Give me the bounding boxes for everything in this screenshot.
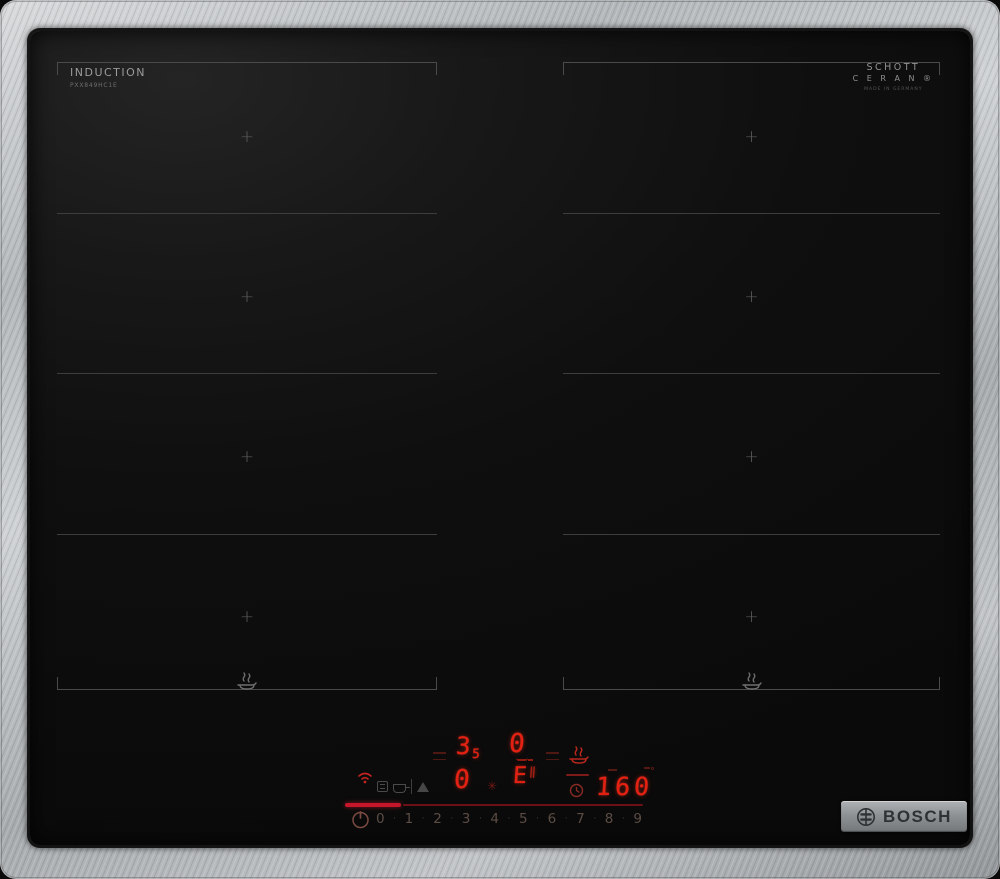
bosch-anchor-icon (856, 807, 876, 827)
level-main: 3 (455, 732, 472, 760)
zone-border-top (563, 62, 940, 75)
level-dot: · (593, 814, 597, 824)
level-key-6[interactable]: 6 (548, 811, 557, 827)
fry-sensor-underline (566, 774, 589, 776)
level-dot: · (450, 814, 454, 824)
power-slider-active-segment[interactable] (345, 803, 401, 807)
zone-divider (563, 213, 940, 214)
level-key-7[interactable]: 7 (576, 811, 585, 827)
zone-divider (57, 534, 437, 535)
zone-center-marker: + (744, 447, 759, 467)
pan-steam-icon (739, 671, 765, 693)
zone-divider (563, 373, 940, 374)
level-key-2[interactable]: 2 (433, 811, 442, 827)
frying-sensor-icon[interactable] (566, 743, 592, 767)
fry-level-bars: ‖ (528, 765, 536, 778)
zone-border-top (57, 62, 437, 75)
zone-center-marker: + (744, 607, 759, 627)
legend-divider (411, 779, 412, 794)
zone-center-marker: + (239, 607, 255, 627)
bosch-badge: BOSCH (841, 801, 967, 832)
level-dot: · (507, 814, 511, 824)
induction-cooktop: INDUCTION PXX849HC1E SCHOTT C E R A N ® … (0, 0, 1000, 879)
warning-triangle-icon (417, 781, 429, 792)
power-icon[interactable] (350, 809, 371, 830)
display-front-left-level: 0 (452, 765, 471, 795)
level-key-0[interactable]: 0 (376, 811, 385, 827)
printed-legend (377, 779, 429, 794)
level-key-5[interactable]: 5 (519, 811, 528, 827)
level-dot: · (536, 814, 539, 824)
level-dot: · (564, 814, 568, 824)
zone-divider (57, 373, 437, 374)
star-icon: ✳ (487, 779, 498, 793)
pan-icon (393, 783, 410, 793)
ceramic-glass-surface: INDUCTION PXX849HC1E SCHOTT C E R A N ® … (30, 31, 970, 845)
display-timer: 160 (594, 772, 655, 801)
level-indicator-marks (546, 752, 559, 760)
level-dot: · (478, 814, 482, 824)
fry-value: E (512, 763, 528, 789)
pan-steam-icon (234, 671, 260, 693)
level-key-3[interactable]: 3 (462, 811, 471, 827)
bosch-logo-text: BOSCH (883, 806, 952, 826)
flex-zone-group-right: + + + + (563, 62, 940, 690)
zone-center-marker: + (239, 447, 255, 467)
level-key-1[interactable]: 1 (405, 811, 414, 827)
level-key-8[interactable]: 8 (605, 811, 614, 827)
power-level-selector[interactable]: 0 · 1 · 2 · 3 · 4 · 5 · 6 · 7 · 8 · 9 (376, 811, 642, 827)
display-fry-sensor: E‖ (512, 763, 536, 789)
zone-center-marker: + (239, 127, 255, 147)
level-dot: · (421, 814, 425, 824)
zone-center-marker: + (744, 287, 759, 307)
level-key-9[interactable]: 9 (633, 811, 642, 827)
zone-center-marker: + (239, 287, 255, 307)
level-key-4[interactable]: 4 (490, 811, 499, 827)
flex-zone-icon (377, 781, 388, 792)
zone-center-marker: + (744, 127, 759, 147)
display-rear-left-level: 35 (455, 732, 481, 762)
level-frac: 5 (471, 747, 481, 762)
power-slider-track[interactable] (403, 804, 643, 806)
flex-zone-group-left: + + + + (57, 62, 437, 690)
zone-divider (563, 534, 940, 535)
level-indicator-marks (433, 752, 446, 760)
timer-clock-icon[interactable] (569, 783, 584, 798)
wifi-icon (356, 770, 374, 784)
zone-divider (57, 213, 437, 214)
level-dot: · (621, 814, 625, 824)
level-dot: · (393, 814, 397, 824)
mini-pan-icon (516, 754, 533, 761)
